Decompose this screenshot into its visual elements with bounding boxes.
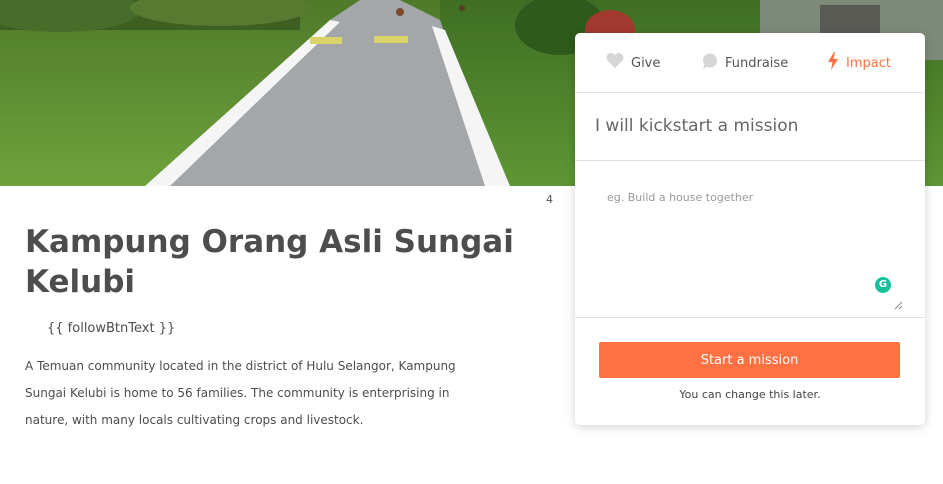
heart-icon: [606, 53, 624, 73]
pledge-statement: I will kickstart a mission: [595, 116, 799, 136]
divider: [575, 160, 925, 161]
tab-give[interactable]: Give: [606, 53, 660, 73]
card-tabs: Give Fundraise Impact: [575, 33, 925, 93]
speech-bubble-icon: [702, 53, 718, 73]
action-card: Give Fundraise Impact I will kickstart a…: [575, 33, 925, 425]
lightning-icon: [827, 52, 839, 74]
tab-give-label: Give: [631, 55, 661, 71]
tab-impact[interactable]: Impact: [827, 52, 891, 74]
page-number: 4: [546, 193, 553, 206]
tab-fundraise[interactable]: Fundraise: [702, 53, 788, 73]
tab-fundraise-label: Fundraise: [725, 55, 789, 71]
mission-input[interactable]: [595, 183, 905, 305]
community-description: A Temuan community located in the distri…: [25, 359, 456, 427]
divider: [575, 317, 925, 318]
resize-handle-icon[interactable]: [894, 295, 903, 310]
tab-impact-label: Impact: [846, 55, 891, 71]
grammarly-icon[interactable]: G: [875, 277, 891, 293]
start-mission-button[interactable]: Start a mission: [599, 342, 900, 378]
community-title: Kampung Orang Asli Sungai Kelubi: [25, 224, 514, 300]
follow-button[interactable]: {{ followBtnText }}: [47, 321, 175, 336]
change-later-hint: You can change this later.: [679, 388, 821, 401]
